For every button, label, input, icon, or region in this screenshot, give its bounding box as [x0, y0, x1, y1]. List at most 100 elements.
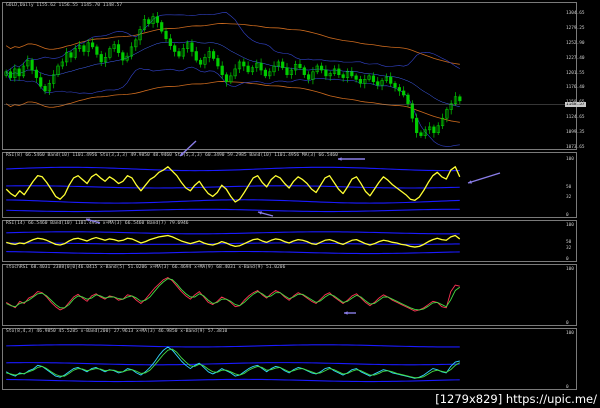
price-tick-label: 1227.40: [566, 55, 585, 61]
rsi14-series-line: [6, 234, 461, 248]
candle-body: [337, 68, 341, 76]
candle-body: [99, 54, 103, 63]
rsi14-band-line: [6, 231, 460, 235]
price-tick-label: 1099.35: [566, 130, 585, 136]
candle-body: [190, 42, 194, 52]
candle-body: [419, 132, 423, 136]
price-tick-label: 1279.25: [566, 25, 585, 31]
candle-body: [402, 90, 406, 96]
candle-body: [121, 52, 125, 61]
rsi8-band-line: [6, 199, 460, 204]
stochrsi-series-line: [6, 277, 460, 312]
candle-body: [354, 75, 358, 80]
candle-body: [95, 46, 99, 55]
candle-body: [307, 74, 311, 80]
candle-body: [82, 45, 86, 52]
candle-body: [30, 59, 34, 71]
rsi8-tick-label: 50: [566, 185, 572, 190]
rsi14-tick-label: 32: [566, 246, 572, 252]
candle-body: [397, 87, 401, 92]
price-tick-label: 1252.90: [566, 41, 585, 47]
stochastic-series-line: [6, 346, 460, 379]
stochastic-band-line: [6, 378, 460, 383]
stochastic-band-line: [6, 362, 460, 366]
candle-body: [263, 69, 268, 77]
candle-body: [415, 117, 419, 134]
price-tick-label: 1150.65: [566, 100, 585, 106]
candle-body: [198, 59, 203, 65]
candle-body: [242, 61, 246, 67]
candle-body: [376, 81, 380, 86]
annotation-arrowhead: [344, 311, 348, 315]
stochrsi-tick-label: 0: [566, 321, 569, 326]
candle-body: [350, 71, 354, 77]
candle-body: [116, 44, 121, 53]
price-tick-label: 1176.40: [566, 85, 585, 91]
candle-body: [160, 22, 164, 32]
price-tick-label: 1124.65: [566, 115, 585, 121]
rsi8-band-line: [6, 208, 460, 213]
chart-window: GOLD,Daily 1155.62 1156.55 1145.70 1148.…: [0, 0, 600, 408]
candle-body: [319, 65, 324, 71]
candle-body: [220, 65, 224, 76]
rsi8-band-line: [6, 185, 460, 189]
candle-body: [216, 58, 220, 67]
price-tick-label: 1073.65: [566, 145, 585, 150]
candle-body: [410, 103, 414, 119]
candle-body: [177, 51, 181, 57]
price-tick-label: 1304.65: [566, 11, 585, 16]
candle-body: [224, 74, 229, 82]
candle-body: [69, 52, 73, 58]
candle-body: [371, 75, 376, 82]
rsi14-band-line: [6, 242, 460, 245]
candle-body: [17, 68, 21, 77]
candle-body: [281, 61, 285, 69]
rsi8-tick-label: 32: [566, 195, 572, 201]
bollinger-upper-line: [5, 12, 460, 73]
candle-body: [43, 86, 47, 92]
candle-body: [246, 65, 250, 73]
candle-body: [39, 77, 43, 87]
candle-body: [211, 51, 216, 59]
candle-body: [298, 63, 302, 69]
candle-body: [168, 38, 172, 47]
stochastic-tick-label: 0: [566, 385, 569, 390]
candle-body: [164, 30, 168, 40]
candle-body: [90, 42, 95, 48]
candle-body: [406, 94, 410, 105]
rsi14-band-line: [6, 250, 460, 255]
rsi8-tick-label: 0: [566, 213, 569, 218]
ma-long-line: [5, 23, 460, 65]
candle-body: [34, 69, 39, 78]
annotation-arrowhead: [338, 157, 342, 161]
rsi8-band-line: [6, 166, 460, 172]
rsi8-tick-label: 100: [566, 157, 574, 162]
ma-long-lower-line: [5, 81, 460, 123]
candle-body: [285, 67, 289, 76]
candle-body: [147, 19, 151, 24]
rsi14-tick-label: 0: [566, 257, 569, 262]
stochastic-band-line: [6, 344, 460, 348]
image-size-watermark: [1279x829] https://upic.me/: [435, 392, 597, 406]
stochrsi-series-line: [6, 278, 461, 311]
candle-body: [324, 69, 328, 77]
candle-body: [432, 126, 436, 134]
annotation-arrow: [467, 172, 501, 184]
candle-body: [341, 74, 345, 78]
candle-body: [393, 83, 397, 88]
candle-body: [259, 62, 263, 71]
candle-body: [173, 45, 177, 52]
candle-body: [8, 71, 13, 78]
rsi8-series-line: [5, 166, 461, 203]
stochastic-tick-label: 100: [566, 331, 574, 336]
stochrsi-tick-label: 100: [566, 267, 574, 272]
rsi14-tick-label: 100: [566, 223, 574, 228]
rsi14-tick-label: 50: [566, 240, 572, 245]
candle-body: [302, 67, 306, 76]
candle-body: [194, 51, 198, 61]
candle-body: [458, 96, 462, 102]
candle-body: [155, 16, 159, 23]
candle-body: [358, 79, 363, 84]
price-tick-label: 1201.55: [566, 70, 585, 76]
chart-plot-layer: [4, 12, 565, 383]
